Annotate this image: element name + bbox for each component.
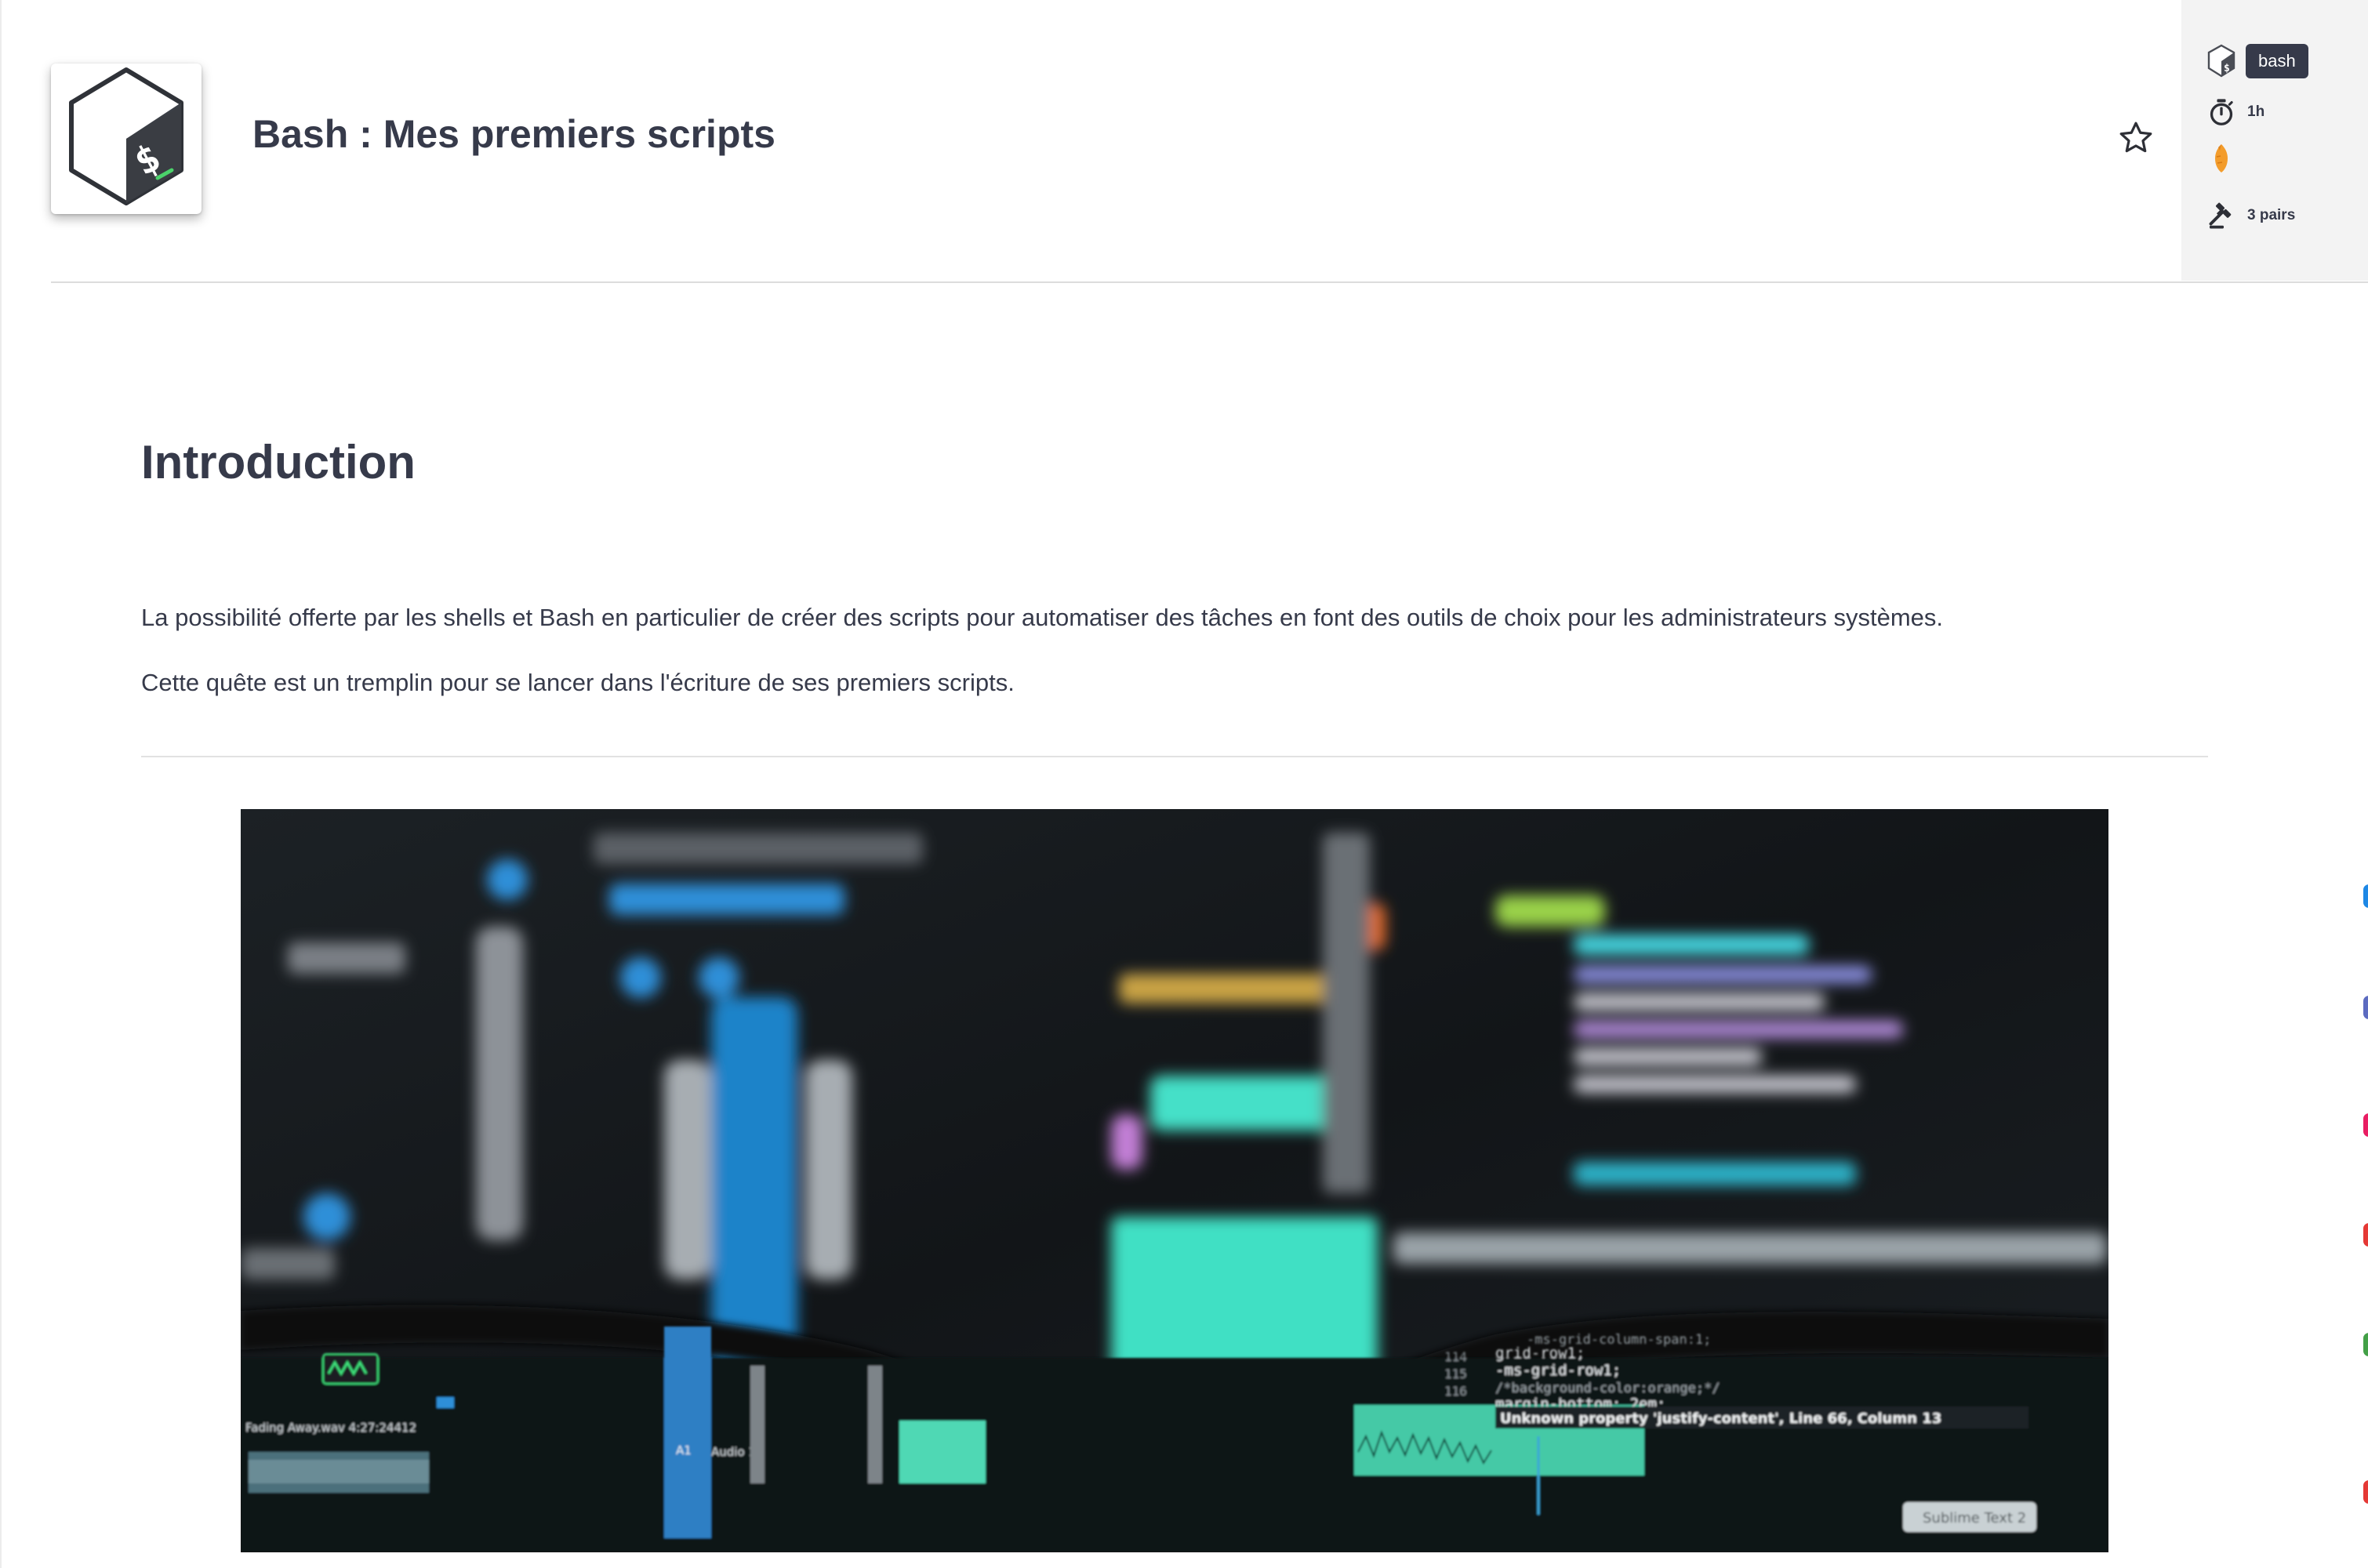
carrot-icon (2206, 143, 2236, 172)
intro-paragraph-1: La possibilité offerte par les shells et… (141, 604, 1944, 631)
tag-chip-bash[interactable]: bash (2246, 44, 2308, 78)
illustration-text-code-2: -ms-grid-row1; (1495, 1362, 1621, 1379)
svg-text:A1: A1 (676, 1443, 692, 1457)
intro-paragraph-2: Cette quête est un tremplin pour se lanc… (141, 669, 1015, 696)
bash-logo-icon: $ (2206, 44, 2236, 78)
illustration-text-error: Unknown property 'justify-content', Line… (1500, 1410, 1941, 1427)
illustration-text-fading: Fading Away.wav 4:27:24412 (245, 1421, 416, 1435)
section-title: Introduction (141, 436, 416, 488)
edge-indicator-1[interactable] (2363, 884, 2368, 908)
favorite-button[interactable] (2117, 119, 2155, 157)
illustration-text-sublime: Sublime Text 2 (1923, 1510, 2026, 1526)
edge-indicator-3[interactable] (2363, 1113, 2368, 1137)
quest-title: Bash : Mes premiers scripts (252, 112, 775, 156)
meta-review: 3 pairs (2247, 207, 2296, 223)
header-illustration: Fading Away.wav 4:27:24412 A1 Audio 1 gr… (241, 809, 2108, 1552)
star-outline-icon (2119, 122, 2152, 153)
quest-meta-panel: $ bash 1h 3 pairs (2181, 0, 2368, 281)
quest-header: $ Bash : Mes premiers scripts (0, 0, 2181, 282)
illustration-text-line-116: 116 (1444, 1384, 1467, 1399)
meta-duration-row: 1h (2206, 97, 2264, 127)
edge-indicator-2[interactable] (2363, 996, 2368, 1019)
svg-text:$: $ (2224, 63, 2230, 74)
illustration-text-audio: Audio 1 (711, 1445, 756, 1459)
meta-tag-row: $ bash (2206, 44, 2308, 78)
illustration-text-line-115: 115 (1444, 1367, 1467, 1381)
header-divider (51, 281, 2368, 283)
quest-content: Introduction La possibilité offerte par … (141, 436, 2208, 697)
quest-logo: $ (51, 64, 202, 214)
edge-indicator-4[interactable] (2363, 1223, 2368, 1247)
illustration-text-code-5: -ms-grid-column-span:1; (1527, 1332, 1711, 1348)
meta-duration: 1h (2247, 103, 2265, 120)
meta-level-row (2206, 143, 2236, 172)
illustration-text-code-3: /*background-color:orange;*/ (1495, 1381, 1720, 1396)
meta-review-row: 3 pairs (2206, 201, 2295, 230)
bash-logo-icon: $ (69, 67, 183, 205)
illustration-text-line-114: 114 (1444, 1349, 1467, 1364)
content-divider (141, 756, 2208, 757)
gavel-icon (2206, 201, 2236, 230)
quest-page: $ Bash : Mes premiers scripts $ bash 1h … (0, 0, 2368, 1568)
stopwatch-icon (2206, 97, 2236, 127)
edge-indicator-5[interactable] (2363, 1333, 2368, 1356)
edge-indicator-6[interactable] (2363, 1480, 2368, 1504)
